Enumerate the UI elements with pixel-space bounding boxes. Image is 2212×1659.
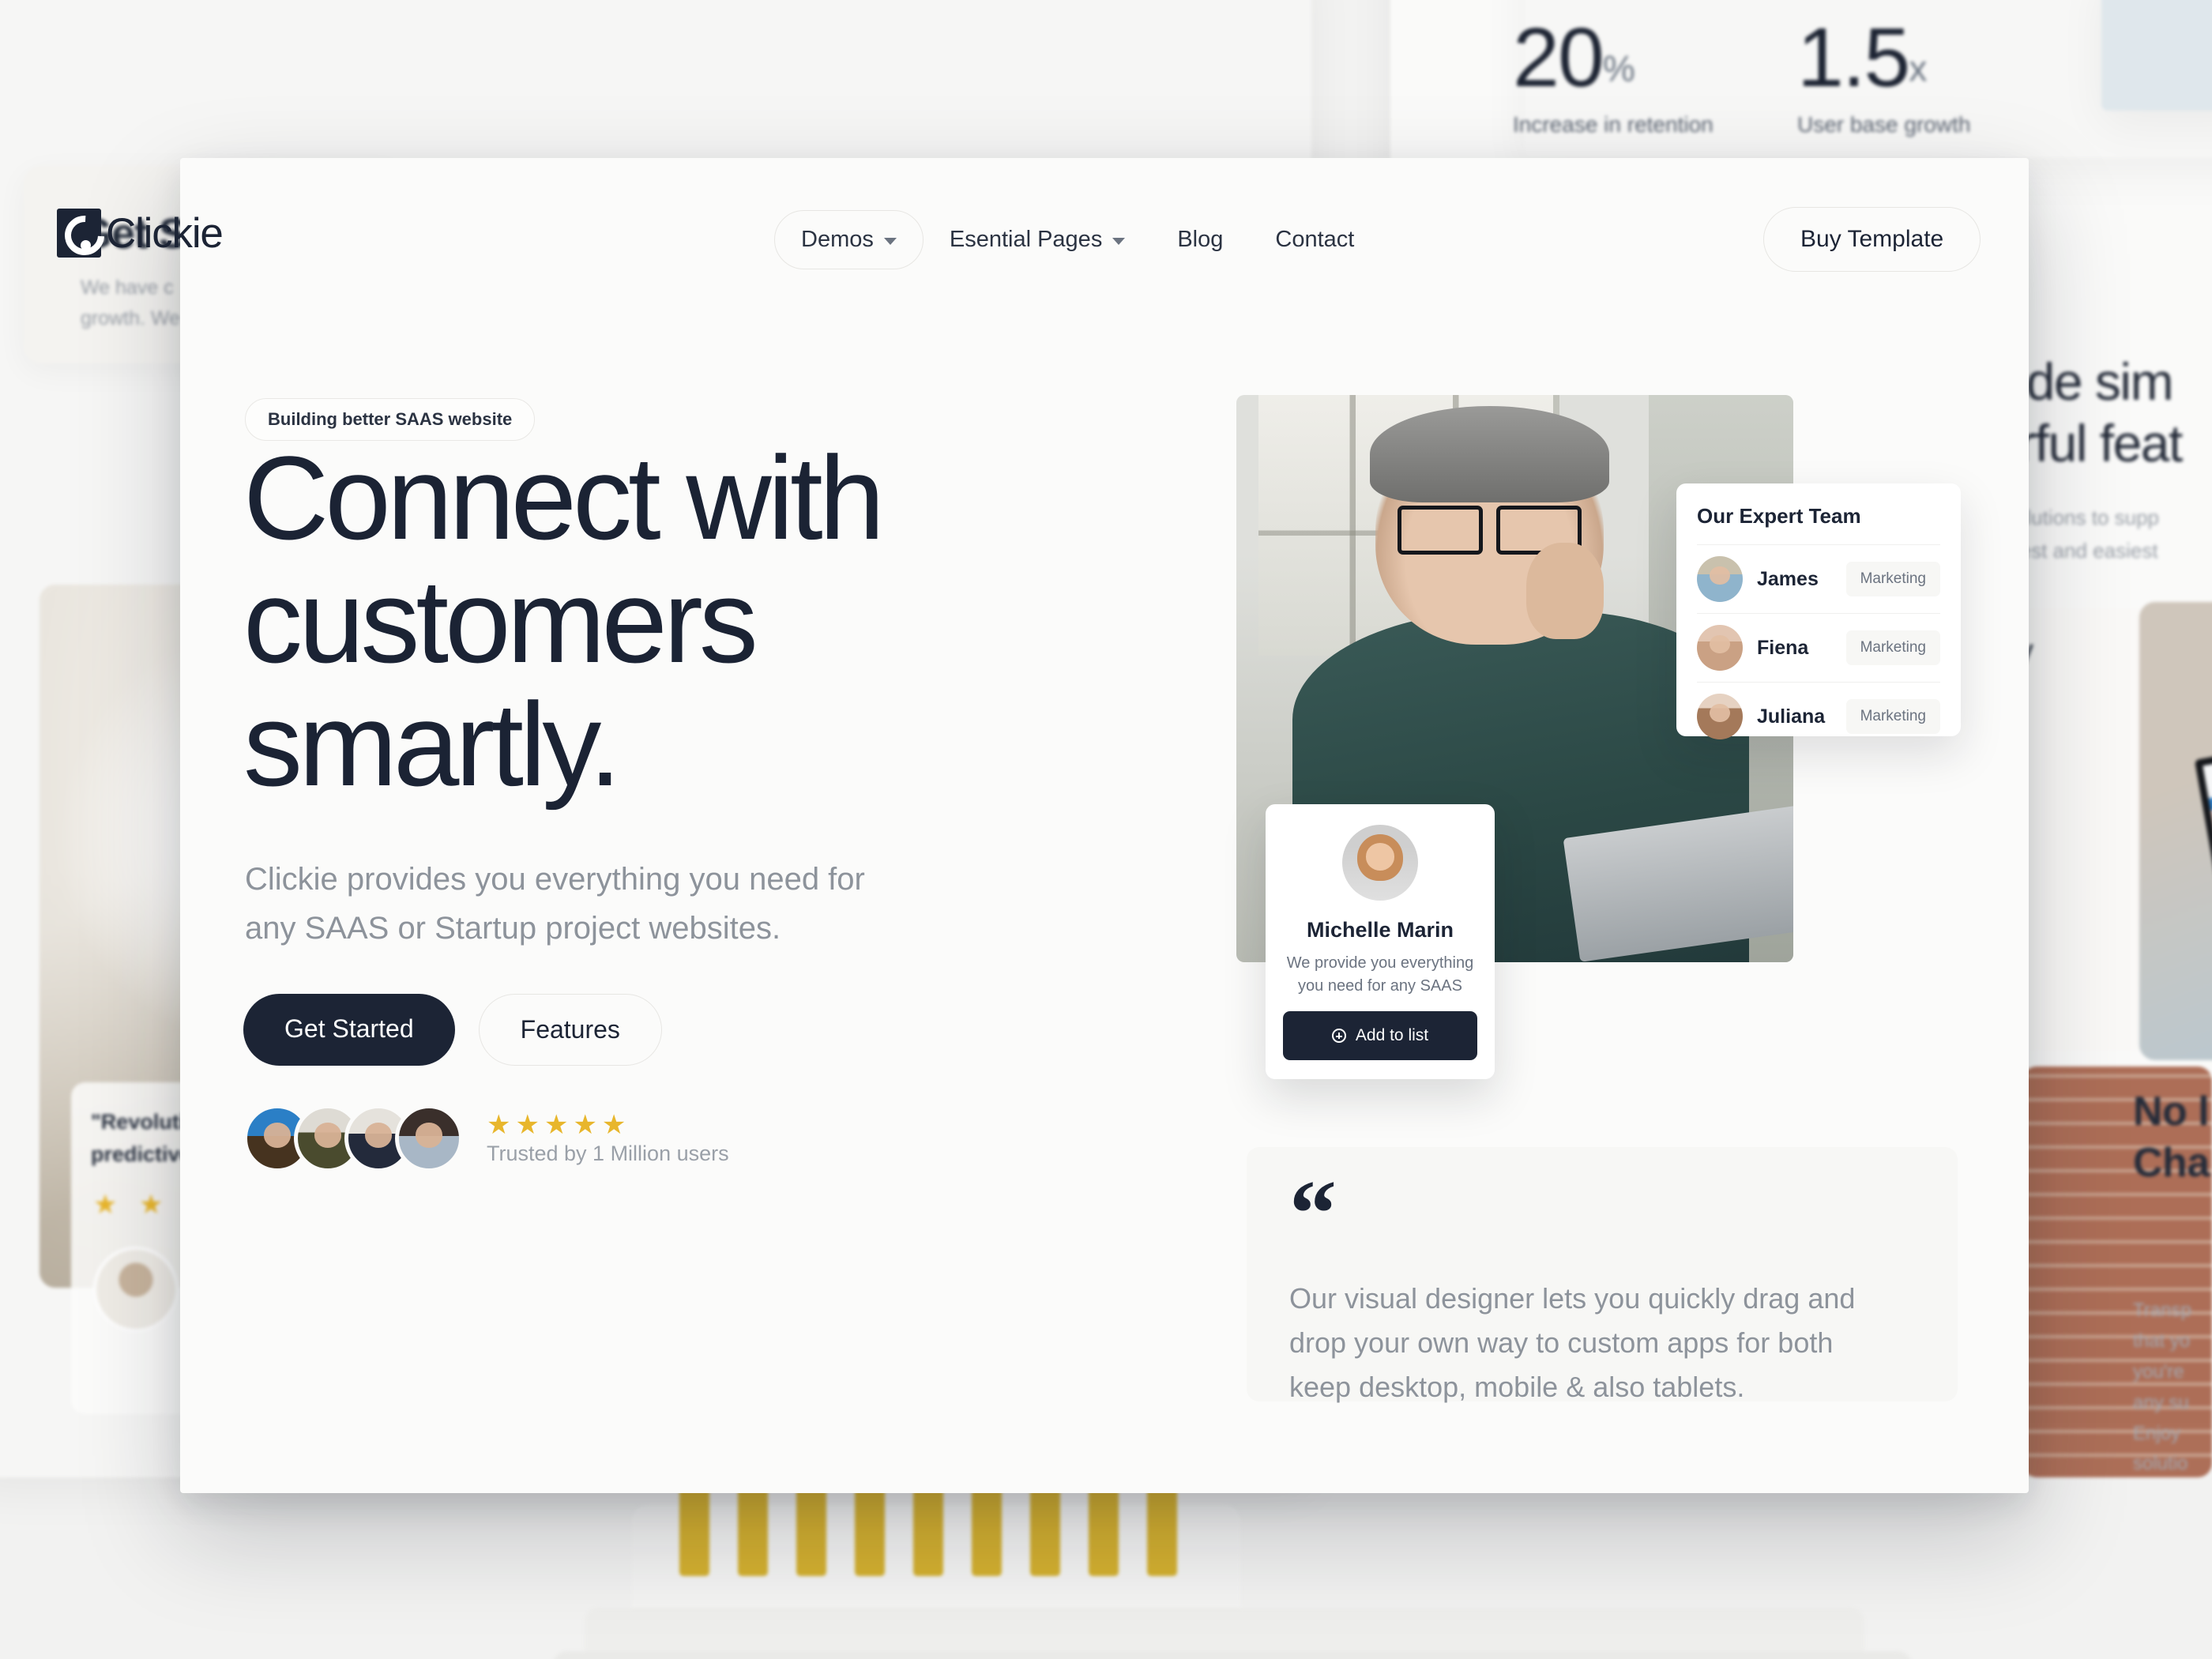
buy-template-button[interactable]: Buy Template [1763,207,1981,272]
background-sheet-accent [2101,0,2212,111]
avatar [395,1104,463,1172]
team-member-tag: Marketing [1845,630,1940,665]
avatar [1342,825,1418,901]
nav-item-label: Blog [1177,227,1224,252]
expert-team-title: Our Expert Team [1697,504,1861,528]
nav-item-demos[interactable]: Demos [774,210,924,269]
nav-item-label: Esential Pages [949,227,1103,252]
profile-card: Michelle Marin We provide you everything… [1266,804,1495,1079]
nav-item-esential-pages[interactable]: Esential Pages [924,211,1151,269]
background-testimonial-avatar [93,1247,179,1332]
background-strip [553,1651,1912,1659]
team-member-name: James [1757,567,1819,590]
main-navigation: Demos Esential Pages Blog Contact [774,210,1380,269]
social-proof: ★★★★★ Trusted by 1 Million users [243,1104,729,1172]
team-member-tag: Marketing [1845,562,1940,596]
plus-circle-icon [1331,1029,1346,1043]
chevron-down-icon [883,238,897,245]
nav-item-label: Demos [801,227,874,252]
quote-card: “ Our visual designer lets you quickly d… [1247,1147,1958,1403]
hero-subtitle: Clickie provides you everything you need… [245,862,865,946]
nav-item-contact[interactable]: Contact [1249,211,1380,269]
background-no-limit-title: No l Cha [2133,1089,2210,1186]
background-no-limit-body: Transp that yo you're any su Enjoy solut… [2133,1300,2191,1475]
nav-item-label: Contact [1275,227,1355,252]
expert-team-card: Our Expert Team James Marketing Fiena Ma… [1676,483,1961,739]
quote-icon: “ [1289,1161,1337,1266]
chevron-down-icon [1112,238,1126,245]
background-stat-value: 1.5 [1797,11,1910,104]
clickie-logo-icon [57,209,101,258]
nav-item-blog[interactable]: Blog [1151,211,1249,269]
background-stat-suffix: x [1909,47,1928,89]
team-member-row[interactable]: Fiena Marketing [1697,613,1940,682]
star-rating-icon: ★★★★★ [487,1109,631,1140]
background-stat-growth: 1.5x User base growth [1797,16,1970,137]
features-button[interactable]: Features [478,994,662,1066]
background-stat-retention: 20% Increase in retention [1513,16,1714,137]
trust-text: Trusted by 1 Million users [487,1141,729,1165]
trust-details: ★★★★★ Trusted by 1 Million users [487,1112,729,1166]
background-stat-value: 20 [1513,11,1604,104]
background-stat-label: User base growth [1797,112,1971,137]
profile-name: Michelle Marin [1306,918,1454,942]
photo-person-hair [1370,406,1610,503]
add-to-list-button[interactable]: Add to list [1283,1011,1477,1060]
quote-text: Our visual designer lets you quickly dra… [1289,1282,1856,1403]
glasses-icon [1398,506,1582,555]
team-member-row[interactable]: James Marketing [1697,544,1940,613]
avatar [1697,694,1743,739]
team-member-tag: Marketing [1845,699,1940,734]
background-stat-suffix: % [1602,47,1635,89]
avatar [1697,625,1743,671]
team-member-name: Fiena [1757,636,1809,659]
logo-text: Clickie [106,209,224,257]
background-right-photo [2139,602,2212,1060]
background-stat-label: Increase in retention [1513,112,1714,137]
photo-person-hand [1525,542,1604,639]
profile-description: We provide you everything you need for a… [1286,954,1474,995]
team-member-row[interactable]: Juliana Marketing [1697,682,1940,750]
hero-cta-row: Get Started Features [243,994,662,1066]
team-member-name: Juliana [1757,705,1826,728]
avatar [1697,556,1743,602]
get-started-button[interactable]: Get Started [243,994,455,1066]
logo[interactable]: Clickie [57,209,224,258]
page-title: Connect with customers smartly. [243,431,885,811]
add-to-list-label: Add to list [1355,1026,1429,1044]
avatar-group [243,1104,463,1172]
